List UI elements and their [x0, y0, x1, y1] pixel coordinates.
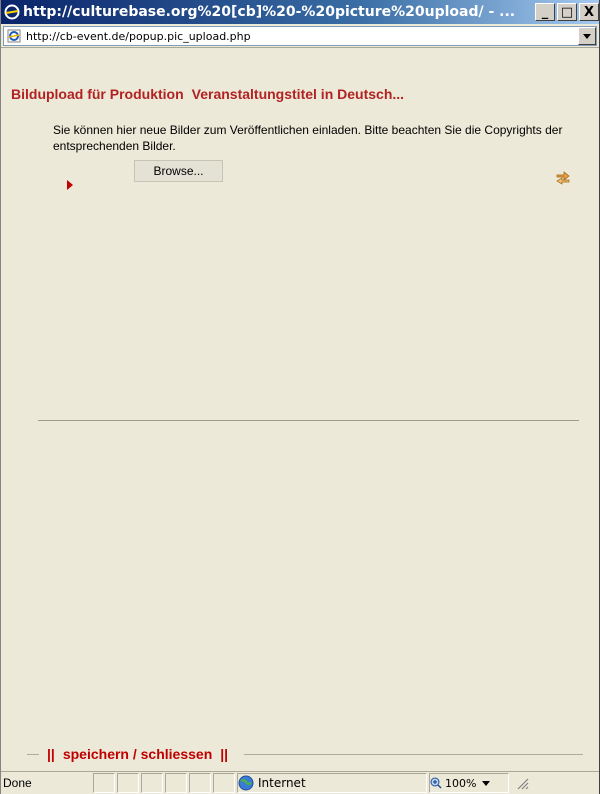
address-url: http://cb-event.de/popup.pic_upload.php [26, 29, 251, 43]
action-bar: || speichern / schliessen || [11, 741, 591, 767]
status-text: Done [3, 776, 32, 790]
zoom-control[interactable]: 100% [429, 773, 509, 793]
maximize-button[interactable]: □ [557, 3, 577, 21]
ie-icon [3, 3, 21, 21]
status-cell [189, 773, 211, 793]
browse-button[interactable]: Browse... [134, 160, 223, 182]
page-title-main: Bildupload für Produktion [11, 86, 184, 102]
address-field[interactable]: http://cb-event.de/popup.pic_upload.php [3, 26, 597, 46]
status-cell [93, 773, 115, 793]
window-title: http://culturebase.org%20[cb]%20-%20pict… [23, 4, 516, 20]
zone-label: Internet [258, 776, 306, 790]
chevron-down-icon [482, 780, 491, 786]
address-bar: http://cb-event.de/popup.pic_upload.php [1, 24, 599, 48]
globe-icon [238, 775, 254, 791]
save-close-link[interactable]: speichern / schliessen [63, 746, 212, 762]
status-cell [213, 773, 235, 793]
content-divider [38, 420, 579, 421]
upload-description: Sie können hier neue Bilder zum Veröffen… [53, 123, 563, 153]
window-controls: _ □ X [533, 3, 599, 21]
zoom-icon [430, 777, 442, 789]
resize-grip-icon[interactable] [515, 776, 529, 790]
page-icon [5, 27, 23, 45]
address-dropdown-button[interactable] [578, 27, 596, 45]
page-title-event: Veranstaltungstitel in Deutsch... [191, 86, 405, 102]
chevron-down-icon [583, 33, 591, 39]
page-content [11, 78, 591, 738]
browser-popup-window: http://culturebase.org%20[cb]%20-%20pict… [0, 0, 600, 794]
status-bar: Done Internet 100% [1, 771, 599, 794]
title-bar[interactable]: http://culturebase.org%20[cb]%20-%20pict… [1, 0, 599, 24]
minimize-button[interactable]: _ [535, 3, 555, 21]
swap-arrows-icon[interactable] [554, 169, 572, 185]
zoom-level: 100% [445, 776, 477, 790]
separator-right: || [220, 746, 229, 762]
status-cell [141, 773, 163, 793]
security-zone[interactable]: Internet [237, 773, 427, 793]
close-button[interactable]: X [579, 3, 599, 21]
page-title: Bildupload für Produktion Veranstaltungst… [11, 86, 404, 102]
arrow-right-icon [67, 180, 73, 190]
action-bar-rule-left [27, 753, 39, 755]
status-cell [117, 773, 139, 793]
status-cell [165, 773, 187, 793]
separator-left: || [47, 746, 55, 762]
action-bar-rule-right [244, 753, 583, 755]
